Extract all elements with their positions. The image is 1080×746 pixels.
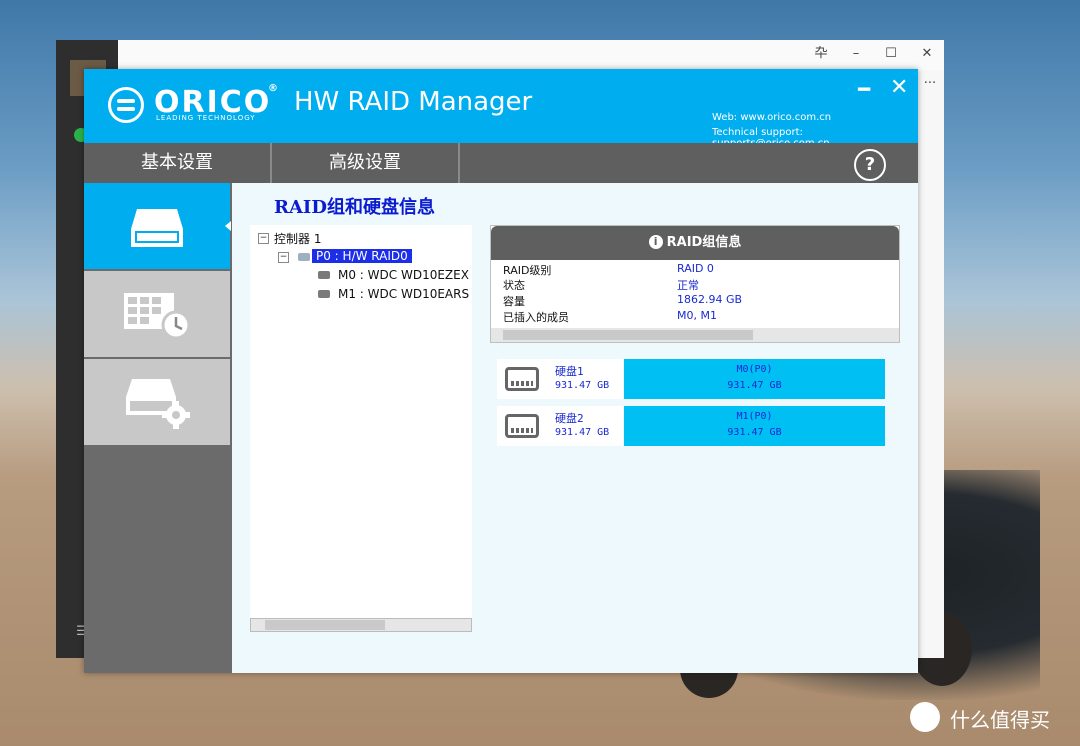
close-button[interactable]: ✕	[890, 75, 908, 100]
info-value-members: M0, M1	[677, 309, 717, 322]
collapse-icon[interactable]: −	[278, 252, 289, 263]
device-tree: − 控制器 1 − P0 : H/W RAID0 M0 : WDC WD10EZ…	[250, 225, 472, 618]
main-content: RAID组和硬盘信息 − 控制器 1 − P0 : H/W RAID0 M0 :…	[232, 183, 918, 673]
disk-member-size: 931.47 GB	[727, 427, 782, 438]
tab-bar: 基本设置 高级设置 ?	[84, 143, 918, 183]
tree-raid-group[interactable]: P0 : H/W RAID0	[312, 249, 412, 263]
tree-member-m1[interactable]: M1 : WDC WD10EARS	[338, 287, 469, 301]
info-value-capacity: 1862.94 GB	[677, 293, 743, 306]
tree-controller[interactable]: 控制器 1	[274, 230, 321, 247]
disk-name: 硬盘2	[555, 412, 584, 425]
raid-info-title: RAID组信息	[666, 235, 742, 250]
disk-member-bar[interactable]: M1(P0) 931.47 GB	[624, 406, 885, 446]
watermark-logo-icon	[910, 702, 940, 732]
raid-info-panel: i RAID组信息 RAID级别 RAID 0 状态 正常 容量 1862.94 …	[490, 225, 900, 343]
pin-icon[interactable]: 卆	[811, 44, 831, 64]
raid-manager-window: ORICO ® LEADING TECHNOLOGY HW RAID Manag…	[84, 69, 918, 673]
scrollbar-thumb[interactable]	[503, 330, 753, 340]
disk-member-size: 931.47 GB	[727, 380, 782, 391]
disk-icon	[318, 271, 330, 279]
disk-size: 931.47 GB	[555, 427, 610, 438]
page-title: RAID组和硬盘信息	[274, 197, 435, 218]
disk-member-label: M0(P0)	[736, 364, 773, 375]
sidebar-item-schedule[interactable]	[84, 271, 230, 357]
website-text: Web: www.orico.com.cn	[712, 112, 832, 123]
sidebar-item-raid-info[interactable]	[84, 183, 231, 269]
brand-tagline: LEADING TECHNOLOGY	[156, 114, 256, 122]
sidebar-item-disk-settings[interactable]	[84, 359, 230, 445]
disk-icon	[318, 290, 330, 298]
hard-drive-icon	[505, 414, 539, 438]
hard-drive-icon	[131, 209, 183, 247]
watermark-text: 什么值得买	[950, 708, 1050, 732]
minimize-button[interactable]: ━	[858, 77, 870, 101]
info-value-status: 正常	[677, 279, 699, 292]
disk-card: 硬盘2 931.47 GB	[497, 406, 623, 446]
collapse-icon[interactable]: −	[258, 233, 269, 244]
scrollbar-thumb[interactable]	[265, 620, 385, 630]
info-label-capacity: 容量	[503, 295, 525, 308]
maximize-icon[interactable]: ☐	[881, 44, 901, 64]
app-header: ORICO ® LEADING TECHNOLOGY HW RAID Manag…	[84, 69, 918, 149]
disk-row[interactable]: 硬盘2 931.47 GB M1(P0) 931.47 GB	[497, 406, 885, 446]
tab-basic-settings[interactable]: 基本设置	[84, 143, 272, 183]
disk-member-label: M1(P0)	[736, 411, 773, 422]
orico-logo-icon	[108, 87, 144, 123]
sidebar	[84, 183, 232, 673]
calendar-clock-icon	[124, 293, 191, 340]
disk-gear-icon	[126, 379, 190, 429]
disk-size: 931.47 GB	[555, 380, 610, 391]
help-icon[interactable]: ?	[854, 149, 886, 181]
tab-advanced-settings[interactable]: 高级设置	[272, 143, 460, 183]
disk-row[interactable]: 硬盘1 931.47 GB M0(P0) 931.47 GB	[497, 359, 885, 399]
info-scrollbar[interactable]	[491, 328, 899, 342]
raid-info-header: i RAID组信息	[491, 226, 899, 260]
app-title: HW RAID Manager	[294, 87, 533, 117]
disk-member-bar[interactable]: M0(P0) 931.47 GB	[624, 359, 885, 399]
raid-group-icon	[298, 253, 310, 261]
info-icon: i	[648, 235, 663, 249]
close-icon[interactable]: ✕	[917, 44, 937, 64]
hard-drive-icon	[505, 367, 539, 391]
brand-registered: ®	[268, 83, 278, 94]
minimize-icon[interactable]: –	[846, 44, 866, 64]
info-label-status: 状态	[503, 279, 525, 292]
background-panel	[918, 70, 944, 658]
tree-scrollbar[interactable]	[250, 618, 472, 632]
active-indicator	[225, 221, 231, 231]
tree-member-m0[interactable]: M0 : WDC WD10EZEX	[338, 268, 469, 282]
disk-card: 硬盘1 931.47 GB	[497, 359, 623, 399]
info-label-members: 已插入的成员	[503, 311, 569, 324]
more-icon[interactable]: ···	[920, 74, 940, 94]
info-label-level: RAID级别	[503, 264, 552, 277]
info-value-level: RAID 0	[677, 262, 714, 275]
disk-name: 硬盘1	[555, 365, 584, 378]
